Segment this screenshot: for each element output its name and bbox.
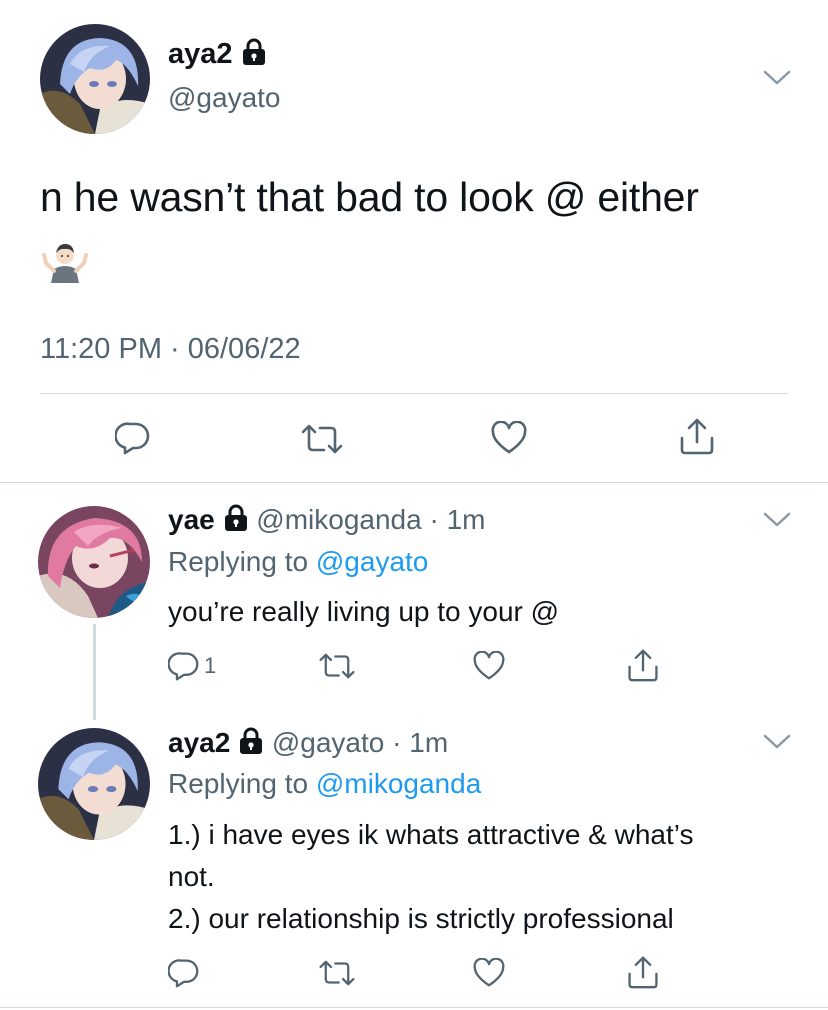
like-button[interactable] (472, 958, 506, 988)
avatar-aya2[interactable] (40, 24, 150, 134)
divider (0, 482, 828, 483)
replying-to-handle-link[interactable]: @gayato (316, 546, 429, 577)
replying-to: Replying to @mikoganda (168, 768, 481, 800)
reply-time[interactable]: · 1m (429, 504, 485, 535)
share-icon (628, 956, 658, 989)
retweet-icon (319, 960, 355, 986)
like-button[interactable] (472, 651, 506, 681)
like-icon (491, 421, 527, 454)
chevron-down-icon[interactable] (762, 510, 792, 530)
share-button[interactable] (626, 954, 660, 990)
handle[interactable]: @mikoganda (256, 504, 421, 535)
retweet-icon (301, 424, 343, 454)
reply-text-line: not. (168, 861, 215, 892)
divider (40, 393, 788, 394)
like-icon (473, 651, 505, 680)
retweet-button[interactable] (300, 422, 344, 456)
chevron-down-icon[interactable] (762, 732, 792, 752)
like-button[interactable] (490, 421, 528, 455)
reply-count: 1 (204, 653, 217, 678)
reply-button[interactable]: 1 (168, 651, 216, 681)
like-icon (473, 958, 505, 987)
share-icon (628, 649, 658, 682)
lock-icon (223, 504, 249, 532)
tweet-text: n he wasn’t that bad to look @ either (40, 174, 699, 220)
retweet-button[interactable] (318, 651, 356, 681)
avatar-yae[interactable] (38, 506, 150, 618)
retweet-icon (319, 653, 355, 679)
lock-icon (241, 38, 267, 66)
avatar-aya2[interactable] (38, 728, 150, 840)
reply-text-line: 2.) our relationship is strictly profess… (168, 903, 674, 934)
reply-icon (115, 422, 150, 455)
replying-to: Replying to @gayato (168, 546, 428, 578)
reply-time[interactable]: · 1m (392, 727, 448, 758)
replying-to-label: Replying to (168, 768, 316, 799)
reply-text: 1.) i have eyes ik whats attractive & wh… (168, 814, 788, 940)
display-name[interactable]: yae (168, 504, 215, 535)
handle[interactable]: @gayato (272, 727, 385, 758)
reply-header: yae @mikoganda · 1m (168, 504, 485, 536)
person-shrugging-emoji (42, 241, 88, 283)
lock-icon (238, 727, 264, 755)
reply-icon (168, 959, 199, 988)
reply-button[interactable] (168, 958, 204, 988)
reply-text-line: 1.) i have eyes ik whats attractive & wh… (168, 819, 694, 850)
divider (0, 1007, 828, 1008)
reply-button[interactable] (115, 421, 151, 455)
replying-to-handle-link[interactable]: @mikoganda (316, 768, 481, 799)
replying-to-label: Replying to (168, 546, 316, 577)
handle[interactable]: @gayato (168, 82, 281, 114)
retweet-button[interactable] (318, 958, 356, 988)
reply-icon (168, 652, 199, 681)
share-button[interactable] (626, 647, 660, 683)
reply-text: you’re really living up to your @ (168, 596, 560, 627)
timestamp[interactable]: 11:20 PM · 06/06/22 (40, 333, 301, 366)
reply-header: aya2 @gayato · 1m (168, 727, 448, 759)
share-button[interactable] (678, 416, 716, 456)
display-name[interactable]: aya2 (168, 727, 230, 758)
thread-connector (93, 624, 96, 720)
display-name-text[interactable]: aya2 (168, 38, 233, 70)
chevron-down-icon[interactable] (762, 68, 792, 88)
share-icon (680, 418, 714, 455)
display-name[interactable]: aya2 (168, 38, 267, 71)
